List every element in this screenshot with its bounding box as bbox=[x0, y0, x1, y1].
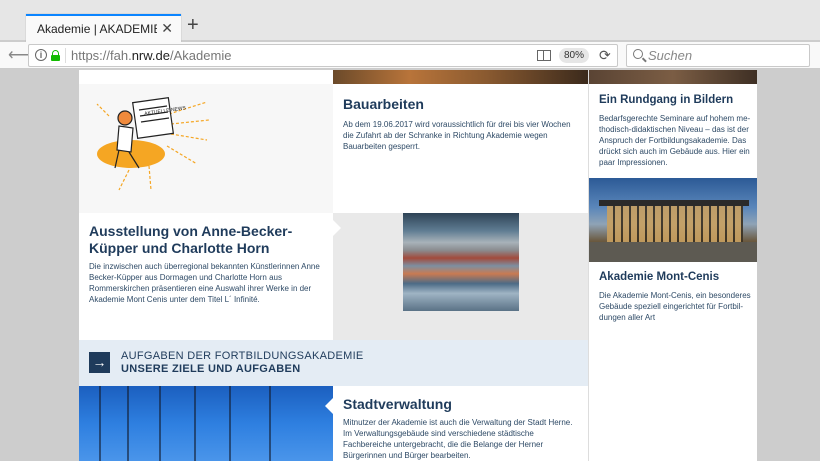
reload-icon[interactable]: ⟳ bbox=[599, 47, 611, 64]
news-reader-illustration: AKTUELLE NEWS bbox=[96, 96, 210, 191]
url-text[interactable]: https://fah.nrw.de/Akademie bbox=[71, 48, 231, 63]
info-icon[interactable]: i bbox=[35, 49, 47, 61]
close-icon[interactable]: ✕ bbox=[161, 20, 173, 37]
news-illustration: AKTUELLE NEWS bbox=[79, 84, 333, 213]
card-body: Die inzwischen auch überregional bekannt… bbox=[89, 262, 320, 304]
card-pointer bbox=[333, 220, 341, 236]
reader-view-icon[interactable] bbox=[537, 50, 551, 61]
zoom-level[interactable]: 80% bbox=[559, 48, 590, 63]
right-image-strip bbox=[589, 70, 757, 84]
search-box[interactable]: Suchen bbox=[626, 44, 810, 67]
montcenis-title[interactable]: Akademie Mont-Cenis bbox=[599, 271, 719, 283]
card-body: Ab dem 19.06.2017 wird voraussichtlich f… bbox=[343, 120, 571, 151]
card-body: Mitnutzer der Akademie ist auch die Verw… bbox=[343, 418, 573, 460]
url-separator bbox=[65, 48, 66, 63]
banner-subtitle[interactable]: AUFGABEN DER FORTBILDUNGSAKADEMIE bbox=[121, 350, 364, 362]
painting-image bbox=[333, 213, 588, 340]
nav-bar: ⟵ i https://fah.nrw.de/Akademie 80% ⟳ Su… bbox=[0, 42, 820, 69]
card-ausstellung[interactable]: Ausstellung von Anne-Becker-Küp­per und … bbox=[79, 213, 333, 340]
page-content: AKTUELLE NEWS Bauarbeiten Ab dem 19.06.2… bbox=[79, 70, 757, 461]
montcenis-body: Die Akademie Mont-Cenis, ein besonderes … bbox=[599, 291, 751, 322]
arrow-right-icon[interactable]: → bbox=[89, 352, 110, 373]
right-column: Ein Rundgang in Bildern Bedarfsgerechte … bbox=[589, 84, 757, 461]
tab-title: Akademie | AKADEMIE MON bbox=[37, 22, 157, 36]
browser-tab[interactable]: Akademie | AKADEMIE MON ✕ bbox=[26, 14, 181, 42]
aufgaben-banner[interactable]: → AUFGABEN DER FORTBILDUNGSAKADEMIE UNSE… bbox=[79, 340, 588, 386]
rundgang-title[interactable]: Ein Rundgang in Bildern bbox=[599, 94, 733, 106]
rundgang-body: Bedarfsgerechte Seminare auf hohem me­th… bbox=[599, 114, 751, 167]
card-pointer bbox=[325, 398, 333, 414]
card-title[interactable]: Stadtverwaltung bbox=[343, 396, 452, 412]
card-stadtverwaltung[interactable]: Stadtverwaltung Mitnutzer der Akademie i… bbox=[333, 386, 588, 461]
glass-facade-image bbox=[79, 386, 333, 461]
top-image-strip bbox=[333, 70, 588, 84]
new-tab-icon[interactable]: + bbox=[187, 15, 199, 35]
address-bar[interactable]: i https://fah.nrw.de/Akademie 80% ⟳ bbox=[28, 44, 618, 67]
tab-bar: Akademie | AKADEMIE MON ✕ + bbox=[0, 0, 820, 42]
painting bbox=[403, 213, 519, 311]
card-title[interactable]: Ausstellung von Anne-Becker-Küp­per und … bbox=[89, 223, 321, 257]
search-placeholder: Suchen bbox=[648, 48, 693, 63]
card-title[interactable]: Bauarbeiten bbox=[343, 96, 424, 112]
mont-cenis-image[interactable] bbox=[589, 178, 757, 262]
search-icon bbox=[633, 49, 643, 59]
banner-title[interactable]: UNSERE ZIELE UND AUFGABEN bbox=[121, 363, 300, 375]
card-bauarbeiten[interactable]: Bauarbeiten Ab dem 19.06.2017 wird vorau… bbox=[333, 84, 588, 213]
lock-icon[interactable] bbox=[51, 50, 60, 61]
